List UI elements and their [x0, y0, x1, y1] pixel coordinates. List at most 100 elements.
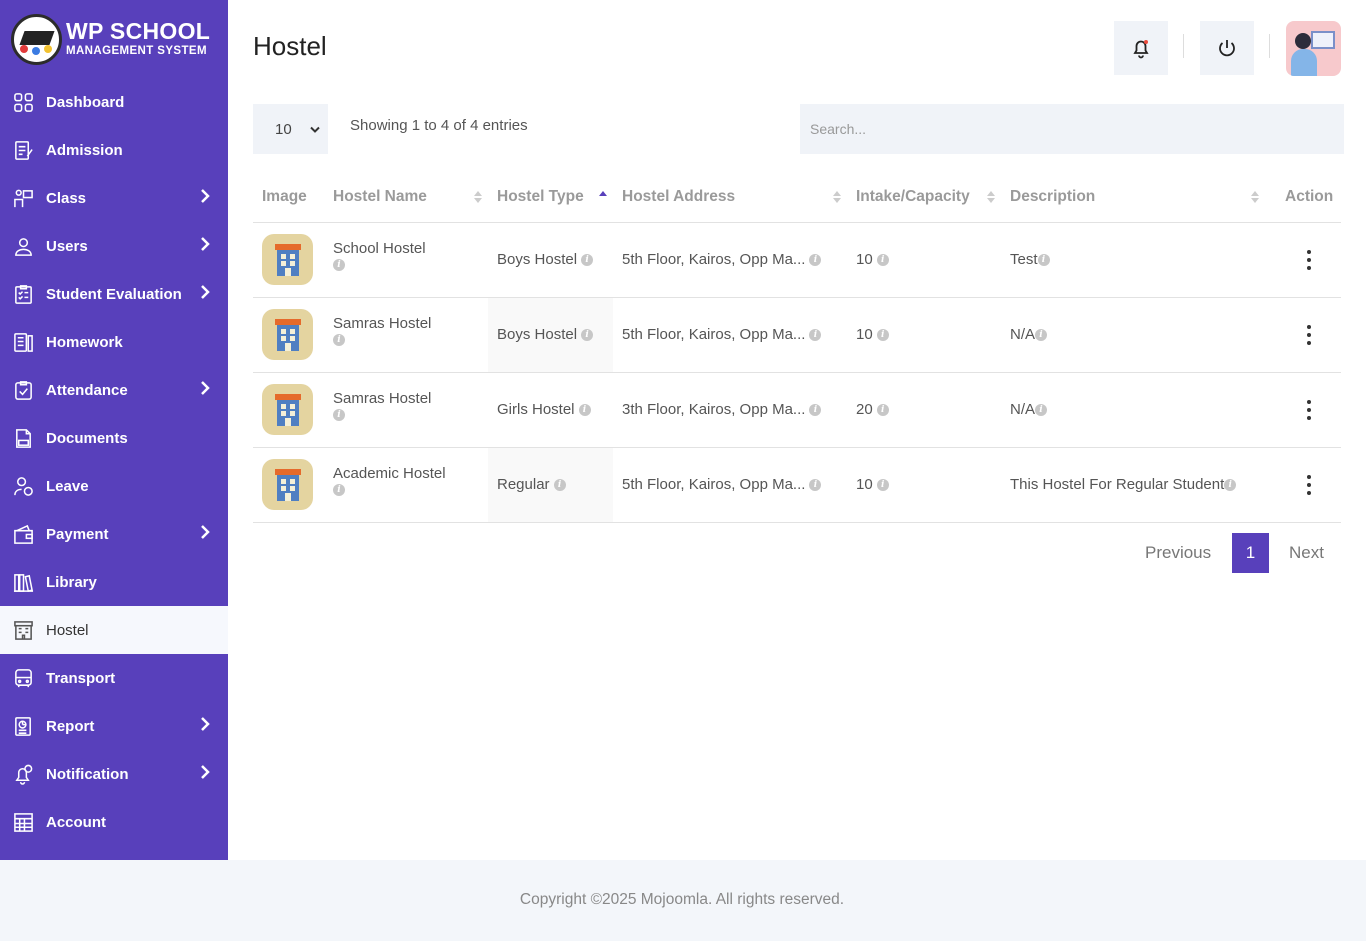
more-options-icon[interactable] — [1299, 249, 1319, 270]
hostel-address-cell: 5th Floor, Kairos, Opp Ma... i — [613, 447, 847, 523]
info-icon[interactable]: i — [333, 409, 345, 421]
notification-button[interactable] — [1114, 21, 1168, 75]
payment-icon — [12, 523, 34, 545]
sidebar-item-users[interactable]: Users — [0, 222, 228, 270]
info-icon[interactable]: i — [876, 254, 889, 267]
column-header-hostel-address[interactable]: Hostel Address — [613, 172, 847, 223]
hostel-icon — [12, 619, 34, 641]
chevron-down-icon — [310, 121, 320, 138]
column-header-hostel-name[interactable]: Hostel Name — [324, 172, 488, 223]
search-input[interactable] — [800, 104, 1344, 154]
column-header-description[interactable]: Description — [1001, 172, 1265, 223]
sidebar-item-hostel[interactable]: Hostel — [0, 606, 228, 654]
sidebar-item-attendance[interactable]: Attendance — [0, 366, 228, 414]
dashboard-icon — [12, 91, 34, 113]
page-length-select[interactable]: 10 — [253, 104, 328, 154]
logout-button[interactable] — [1200, 21, 1254, 75]
sidebar-item-student-evaluation[interactable]: Student Evaluation — [0, 270, 228, 318]
info-icon[interactable]: i — [1035, 404, 1048, 417]
info-icon[interactable]: i — [333, 334, 345, 346]
hostel-address: 3th Floor, Kairos, Opp Ma... — [622, 401, 806, 418]
hostel-table: Image Hostel Name Hostel Type Hostel Add… — [253, 172, 1341, 523]
table-row: School Hostel i Boys Hostel i 5th Floor, K… — [253, 222, 1341, 298]
divider — [1269, 34, 1270, 58]
column-header-hostel-type[interactable]: Hostel Type — [488, 172, 613, 223]
sidebar-item-label: Documents — [46, 429, 128, 447]
info-icon[interactable]: i — [876, 329, 889, 342]
brand[interactable]: WP SCHOOL MANAGEMENT SYSTEM — [0, 0, 228, 78]
more-options-icon[interactable] — [1299, 324, 1319, 345]
hostel-type: Boys Hostel — [497, 251, 578, 268]
sidebar-item-transport[interactable]: Transport — [0, 654, 228, 702]
info-icon[interactable]: i — [581, 254, 594, 267]
sidebar-item-dashboard[interactable]: Dashboard — [0, 78, 228, 126]
chevron-right-icon — [200, 285, 210, 303]
table-row: Samras Hostel i Girls Hostel i 3th Floor, … — [253, 372, 1341, 448]
info-icon[interactable]: i — [1035, 329, 1048, 342]
info-icon[interactable]: i — [1224, 479, 1237, 492]
info-icon[interactable]: i — [333, 484, 345, 496]
sidebar-item-label: Class — [46, 189, 87, 207]
capacity: 10 — [856, 251, 873, 268]
sidebar-item-label: Student Evaluation — [46, 285, 182, 303]
capacity-cell: 20 i — [847, 372, 1001, 448]
description-cell: This Hostel For Regular Student i — [1001, 447, 1265, 523]
user-icon — [12, 235, 34, 257]
column-header-capacity[interactable]: Intake/Capacity — [847, 172, 1001, 223]
info-icon[interactable]: i — [578, 404, 591, 417]
info-icon[interactable]: i — [876, 479, 889, 492]
sidebar-item-account[interactable]: Account — [0, 798, 228, 846]
hostel-building-icon — [262, 384, 313, 435]
sidebar-item-leave[interactable]: Leave — [0, 462, 228, 510]
sort-icon — [833, 190, 841, 203]
hostel-name-cell: School Hostel i — [324, 222, 488, 298]
more-options-icon[interactable] — [1299, 474, 1319, 495]
pagination-previous[interactable]: Previous — [1145, 543, 1211, 563]
info-icon[interactable]: i — [581, 329, 594, 342]
sort-icon — [474, 190, 482, 203]
more-options-icon[interactable] — [1299, 399, 1319, 420]
sidebar-item-class[interactable]: Class — [0, 174, 228, 222]
pagination-page-1[interactable]: 1 — [1232, 533, 1269, 573]
sidebar-item-label: Dashboard — [46, 93, 125, 111]
action-cell — [1265, 297, 1341, 373]
info-icon[interactable]: i — [333, 259, 345, 271]
action-cell — [1265, 222, 1341, 298]
sidebar-item-label: Payment — [46, 525, 109, 543]
hostel-name: Academic Hostel — [333, 465, 446, 482]
description: N/A — [1010, 401, 1036, 418]
hostel-image-cell — [253, 447, 324, 523]
hostel-type: Regular — [497, 476, 550, 493]
sidebar-item-library[interactable]: Library — [0, 558, 228, 606]
sidebar-item-payment[interactable]: Payment — [0, 510, 228, 558]
info-icon[interactable]: i — [809, 404, 822, 417]
sidebar-item-label: Transport — [46, 669, 116, 687]
bell-icon — [1133, 40, 1149, 59]
chevron-right-icon — [200, 381, 210, 399]
document-icon — [12, 427, 34, 449]
sidebar-item-report[interactable]: Report — [0, 702, 228, 750]
avatar[interactable] — [1286, 21, 1341, 76]
info-icon[interactable]: i — [1037, 254, 1050, 267]
table-info: Showing 1 to 4 of 4 entries — [350, 117, 528, 134]
info-icon[interactable]: i — [809, 479, 822, 492]
library-icon — [12, 571, 34, 593]
attendance-icon — [12, 379, 34, 401]
info-icon[interactable]: i — [876, 404, 889, 417]
hostel-type-cell: Boys Hostel i — [488, 297, 613, 373]
sort-icon — [1251, 190, 1259, 203]
sidebar-item-admission[interactable]: Admission — [0, 126, 228, 174]
sidebar-item-documents[interactable]: Documents — [0, 414, 228, 462]
admission-icon — [12, 139, 34, 161]
info-icon[interactable]: i — [809, 254, 822, 267]
capacity-cell: 10 i — [847, 297, 1001, 373]
info-icon[interactable]: i — [553, 479, 566, 492]
info-icon[interactable]: i — [809, 329, 822, 342]
sidebar-item-notification[interactable]: Notification — [0, 750, 228, 798]
description-cell: Test i — [1001, 222, 1265, 298]
pagination-next[interactable]: Next — [1289, 543, 1324, 563]
table-row: Academic Hostel i Regular i 5th Floor, Kai… — [253, 447, 1341, 523]
sidebar-item-homework[interactable]: Homework — [0, 318, 228, 366]
hostel-address: 5th Floor, Kairos, Opp Ma... — [622, 251, 806, 268]
hostel-type-cell: Girls Hostel i — [488, 372, 613, 448]
